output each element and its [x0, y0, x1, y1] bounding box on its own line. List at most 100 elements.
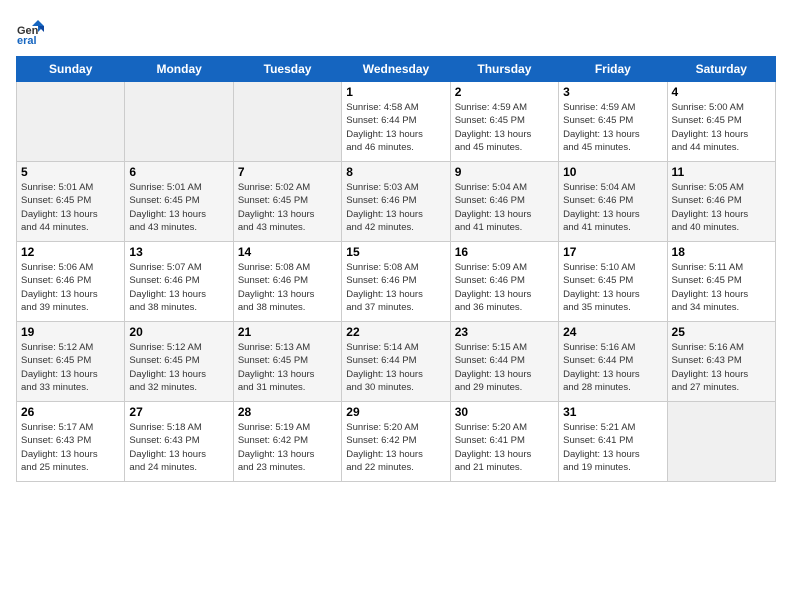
calendar-table: SundayMondayTuesdayWednesdayThursdayFrid…: [16, 56, 776, 482]
svg-text:eral: eral: [17, 35, 37, 44]
calendar-cell: 24Sunrise: 5:16 AM Sunset: 6:44 PM Dayli…: [559, 322, 667, 402]
day-info: Sunrise: 5:05 AM Sunset: 6:46 PM Dayligh…: [672, 181, 771, 234]
day-number: 11: [672, 165, 771, 179]
weekday-header-sunday: Sunday: [17, 57, 125, 82]
day-info: Sunrise: 5:07 AM Sunset: 6:46 PM Dayligh…: [129, 261, 228, 314]
week-row-5: 26 Sunrise: 5:17 AM Sunset: 6:43 PM Dayli…: [17, 402, 776, 482]
day-number: 27: [129, 405, 228, 419]
calendar-cell: 11 Sunrise: 5:05 AM Sunset: 6:46 PM Dayli…: [667, 162, 775, 242]
calendar-cell: [125, 82, 233, 162]
calendar-cell: 20 Sunrise: 5:12 AM Sunset: 6:45 PM Dayli…: [125, 322, 233, 402]
day-info: Sunrise: 5:08 AM Sunset: 6:46 PM Dayligh…: [346, 261, 445, 314]
day-number: 7: [238, 165, 337, 179]
day-info: Sunrise: 5:20 AM Sunset: 6:41 PM Dayligh…: [455, 421, 554, 474]
day-number: 26: [21, 405, 120, 419]
day-info: Sunrise: 5:08 AM Sunset: 6:46 PM Dayligh…: [238, 261, 337, 314]
weekday-header-monday: Monday: [125, 57, 233, 82]
day-number: 17: [563, 245, 662, 259]
calendar-cell: 6Sunrise: 5:01 AM Sunset: 6:45 PM Daylig…: [125, 162, 233, 242]
day-info: Sunrise: 4:58 AM Sunset: 6:44 PM Dayligh…: [346, 101, 445, 154]
calendar-cell: 26 Sunrise: 5:17 AM Sunset: 6:43 PM Dayli…: [17, 402, 125, 482]
calendar-cell: 19Sunrise: 5:12 AM Sunset: 6:45 PM Dayli…: [17, 322, 125, 402]
day-number: 16: [455, 245, 554, 259]
day-number: 10: [563, 165, 662, 179]
calendar-cell: 15 Sunrise: 5:08 AM Sunset: 6:46 PM Dayli…: [342, 242, 450, 322]
day-info: Sunrise: 5:04 AM Sunset: 6:46 PM Dayligh…: [563, 181, 662, 234]
day-info: Sunrise: 5:17 AM Sunset: 6:43 PM Dayligh…: [21, 421, 120, 474]
calendar-cell: 14 Sunrise: 5:08 AM Sunset: 6:46 PM Dayli…: [233, 242, 341, 322]
calendar-cell: 16Sunrise: 5:09 AM Sunset: 6:46 PM Dayli…: [450, 242, 558, 322]
day-number: 22: [346, 325, 445, 339]
day-number: 14: [238, 245, 337, 259]
calendar-cell: 12Sunrise: 5:06 AM Sunset: 6:46 PM Dayli…: [17, 242, 125, 322]
calendar-cell: [667, 402, 775, 482]
weekday-header-saturday: Saturday: [667, 57, 775, 82]
day-info: Sunrise: 5:06 AM Sunset: 6:46 PM Dayligh…: [21, 261, 120, 314]
logo: Gen eral: [16, 16, 48, 44]
day-info: Sunrise: 5:13 AM Sunset: 6:45 PM Dayligh…: [238, 341, 337, 394]
day-info: Sunrise: 5:10 AM Sunset: 6:45 PM Dayligh…: [563, 261, 662, 314]
day-info: Sunrise: 5:11 AM Sunset: 6:45 PM Dayligh…: [672, 261, 771, 314]
day-number: 21: [238, 325, 337, 339]
day-number: 15: [346, 245, 445, 259]
day-number: 23: [455, 325, 554, 339]
day-number: 6: [129, 165, 228, 179]
day-info: Sunrise: 5:04 AM Sunset: 6:46 PM Dayligh…: [455, 181, 554, 234]
calendar-header: SundayMondayTuesdayWednesdayThursdayFrid…: [17, 57, 776, 82]
day-number: 20: [129, 325, 228, 339]
day-info: Sunrise: 5:16 AM Sunset: 6:43 PM Dayligh…: [672, 341, 771, 394]
weekday-header-wednesday: Wednesday: [342, 57, 450, 82]
day-info: Sunrise: 5:03 AM Sunset: 6:46 PM Dayligh…: [346, 181, 445, 234]
day-number: 30: [455, 405, 554, 419]
day-info: Sunrise: 5:16 AM Sunset: 6:44 PM Dayligh…: [563, 341, 662, 394]
day-number: 29: [346, 405, 445, 419]
calendar-cell: 29 Sunrise: 5:20 AM Sunset: 6:42 PM Dayli…: [342, 402, 450, 482]
day-info: Sunrise: 5:12 AM Sunset: 6:45 PM Dayligh…: [129, 341, 228, 394]
day-number: 8: [346, 165, 445, 179]
calendar-cell: 5Sunrise: 5:01 AM Sunset: 6:45 PM Daylig…: [17, 162, 125, 242]
calendar-cell: 31Sunrise: 5:21 AM Sunset: 6:41 PM Dayli…: [559, 402, 667, 482]
calendar-cell: 7 Sunrise: 5:02 AM Sunset: 6:45 PM Daylig…: [233, 162, 341, 242]
day-number: 28: [238, 405, 337, 419]
calendar-cell: 8 Sunrise: 5:03 AM Sunset: 6:46 PM Daylig…: [342, 162, 450, 242]
day-info: Sunrise: 5:20 AM Sunset: 6:42 PM Dayligh…: [346, 421, 445, 474]
calendar-cell: 22 Sunrise: 5:14 AM Sunset: 6:44 PM Dayli…: [342, 322, 450, 402]
day-number: 19: [21, 325, 120, 339]
calendar-cell: [233, 82, 341, 162]
calendar-cell: 21 Sunrise: 5:13 AM Sunset: 6:45 PM Dayli…: [233, 322, 341, 402]
day-info: Sunrise: 5:02 AM Sunset: 6:45 PM Dayligh…: [238, 181, 337, 234]
day-info: Sunrise: 5:18 AM Sunset: 6:43 PM Dayligh…: [129, 421, 228, 474]
week-row-4: 19 Sunrise: 5:12 AM Sunset: 6:45 PM Dayli…: [17, 322, 776, 402]
day-number: 4: [672, 85, 771, 99]
day-number: 1: [346, 85, 445, 99]
day-info: Sunrise: 5:01 AM Sunset: 6:45 PM Dayligh…: [21, 181, 120, 234]
calendar-cell: 17 Sunrise: 5:10 AM Sunset: 6:45 PM Dayli…: [559, 242, 667, 322]
calendar-cell: 2 Sunrise: 4:59 AM Sunset: 6:45 PM Daylig…: [450, 82, 558, 162]
weekday-header-friday: Friday: [559, 57, 667, 82]
calendar-cell: 18 Sunrise: 5:11 AM Sunset: 6:45 PM Dayli…: [667, 242, 775, 322]
day-info: Sunrise: 4:59 AM Sunset: 6:45 PM Dayligh…: [455, 101, 554, 154]
day-info: Sunrise: 4:59 AM Sunset: 6:45 PM Dayligh…: [563, 101, 662, 154]
weekday-header-tuesday: Tuesday: [233, 57, 341, 82]
calendar-cell: 10 Sunrise: 5:04 AM Sunset: 6:46 PM Dayli…: [559, 162, 667, 242]
calendar-cell: 13 Sunrise: 5:07 AM Sunset: 6:46 PM Dayli…: [125, 242, 233, 322]
day-info: Sunrise: 5:14 AM Sunset: 6:44 PM Dayligh…: [346, 341, 445, 394]
day-info: Sunrise: 5:19 AM Sunset: 6:42 PM Dayligh…: [238, 421, 337, 474]
day-number: 25: [672, 325, 771, 339]
day-number: 13: [129, 245, 228, 259]
calendar-cell: 30 Sunrise: 5:20 AM Sunset: 6:41 PM Dayli…: [450, 402, 558, 482]
day-info: Sunrise: 5:00 AM Sunset: 6:45 PM Dayligh…: [672, 101, 771, 154]
day-info: Sunrise: 5:15 AM Sunset: 6:44 PM Dayligh…: [455, 341, 554, 394]
week-row-2: 5Sunrise: 5:01 AM Sunset: 6:45 PM Daylig…: [17, 162, 776, 242]
calendar-cell: 9Sunrise: 5:04 AM Sunset: 6:46 PM Daylig…: [450, 162, 558, 242]
day-number: 31: [563, 405, 662, 419]
calendar-cell: 27 Sunrise: 5:18 AM Sunset: 6:43 PM Dayli…: [125, 402, 233, 482]
day-number: 18: [672, 245, 771, 259]
calendar-cell: 25 Sunrise: 5:16 AM Sunset: 6:43 PM Dayli…: [667, 322, 775, 402]
logo-icon: Gen eral: [16, 16, 44, 44]
page-header: Gen eral: [16, 16, 776, 44]
calendar-cell: 1 Sunrise: 4:58 AM Sunset: 6:44 PM Daylig…: [342, 82, 450, 162]
weekday-header-thursday: Thursday: [450, 57, 558, 82]
day-number: 2: [455, 85, 554, 99]
week-row-1: 1 Sunrise: 4:58 AM Sunset: 6:44 PM Daylig…: [17, 82, 776, 162]
